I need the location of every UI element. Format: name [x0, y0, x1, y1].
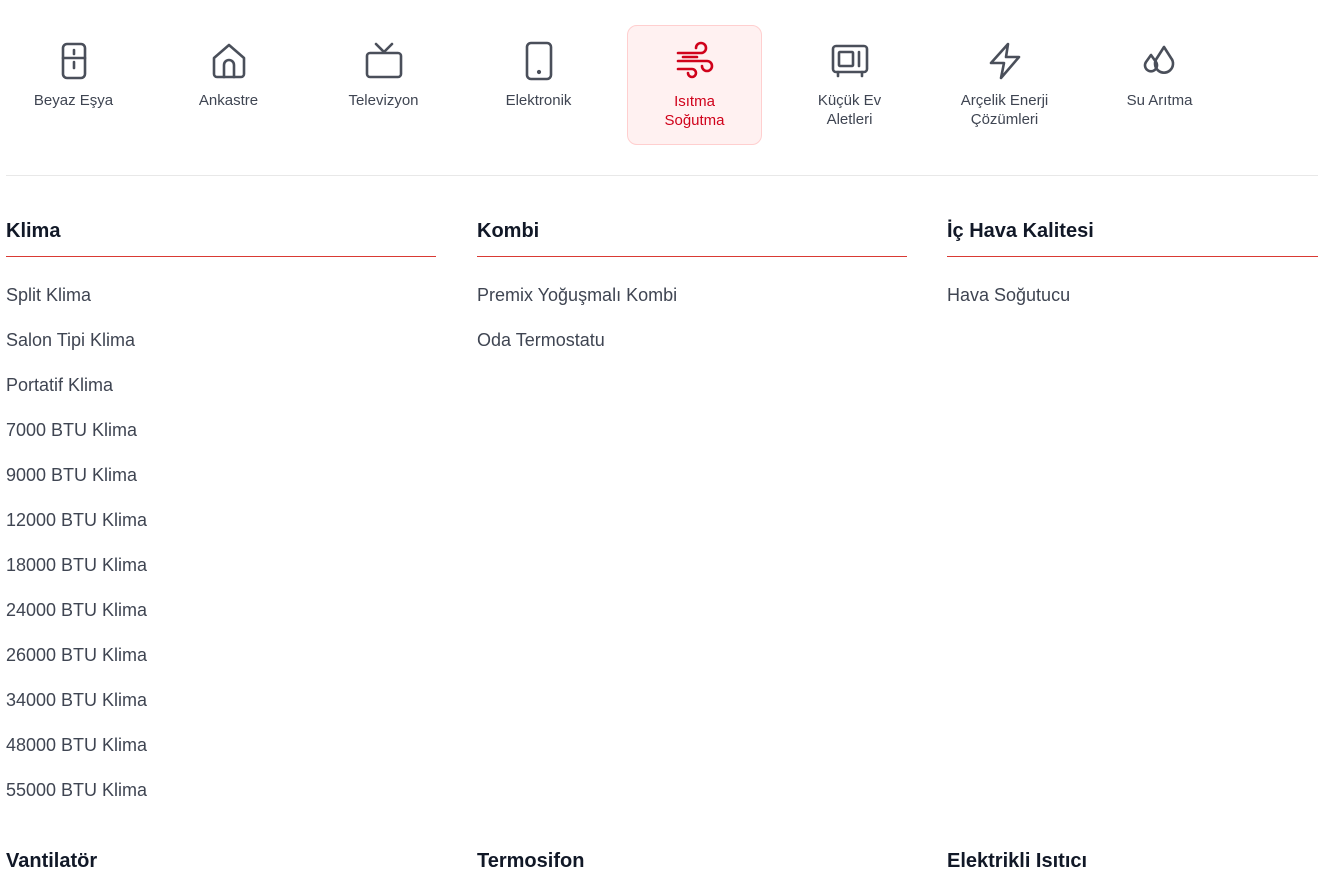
category-su-aritma[interactable]: Su Arıtma [1092, 25, 1227, 145]
menu-link[interactable]: Split Klima [6, 279, 436, 324]
menu-link[interactable]: 48000 BTU Klima [6, 729, 436, 774]
category-beyaz-esya[interactable]: Beyaz Eşya [6, 25, 141, 145]
menu-link[interactable]: 24000 BTU Klima [6, 594, 436, 639]
category-elektronik[interactable]: Elektronik [471, 25, 606, 145]
category-label: Küçük Ev Aletleri [817, 92, 882, 128]
menu-link[interactable]: 26000 BTU Klima [6, 639, 436, 684]
divider [6, 175, 1318, 176]
section-ic-hava-kalitesi: İç Hava Kalitesi Hava Soğutucu [947, 216, 1318, 324]
category-kucuk-ev-aletleri[interactable]: Küçük Ev Aletleri [782, 25, 917, 145]
section-title[interactable]: Vantilatör [6, 846, 436, 876]
category-label: Isıtma Soğutma [664, 93, 725, 129]
section-vantilator: Vantilatör [6, 846, 436, 876]
category-arcelik-enerji[interactable]: Arçelik Enerji Çözümleri [937, 25, 1072, 145]
menu-link[interactable]: 7000 BTU Klima [6, 414, 436, 459]
category-televizyon[interactable]: Televizyon [316, 25, 451, 145]
home-icon [209, 41, 249, 81]
section-elektrikli-isitici: Elektrikli Isıtıcı [947, 846, 1318, 876]
menu-link[interactable]: 34000 BTU Klima [6, 684, 436, 729]
section-kombi: Kombi Premix Yoğuşmalı Kombi Oda Termost… [477, 216, 907, 369]
section-title[interactable]: Klima [6, 216, 436, 257]
category-bar: Beyaz Eşya Ankastre Televizyon Elektroni… [0, 0, 1318, 176]
menu-link[interactable]: 12000 BTU Klima [6, 504, 436, 549]
category-label: Televizyon [348, 92, 419, 109]
droplets-icon [1140, 41, 1180, 81]
phone-icon [519, 41, 559, 81]
menu-link[interactable]: Portatif Klima [6, 369, 436, 414]
category-isitma-sogutma[interactable]: Isıtma Soğutma [627, 25, 762, 145]
menu-link[interactable]: 9000 BTU Klima [6, 459, 436, 504]
fridge-icon [54, 41, 94, 81]
category-label: Beyaz Eşya [33, 92, 114, 109]
microwave-icon [830, 41, 870, 81]
tv-icon [364, 41, 404, 81]
category-label: Elektronik [505, 92, 572, 109]
category-label: Su Arıtma [1126, 92, 1193, 109]
section-termosifon: Termosifon [477, 846, 907, 876]
section-list: Hava Soğutucu [947, 279, 1318, 324]
menu-link[interactable]: Oda Termostatu [477, 324, 907, 369]
wind-icon [675, 41, 715, 81]
menu-link[interactable]: Premix Yoğuşmalı Kombi [477, 279, 907, 324]
menu-link[interactable]: 18000 BTU Klima [6, 549, 436, 594]
section-list: Premix Yoğuşmalı Kombi Oda Termostatu [477, 279, 907, 369]
section-title[interactable]: Elektrikli Isıtıcı [947, 846, 1318, 876]
menu-link[interactable]: Salon Tipi Klima [6, 324, 436, 369]
lightning-icon [985, 41, 1025, 81]
category-label: Ankastre [198, 92, 259, 109]
section-klima: Klima Split Klima Salon Tipi Klima Porta… [6, 216, 436, 819]
category-label: Arçelik Enerji Çözümleri [960, 92, 1049, 128]
menu-link[interactable]: 55000 BTU Klima [6, 774, 436, 819]
menu-link[interactable]: Hava Soğutucu [947, 279, 1318, 324]
section-list: Split Klima Salon Tipi Klima Portatif Kl… [6, 279, 436, 819]
section-title[interactable]: Kombi [477, 216, 907, 257]
category-ankastre[interactable]: Ankastre [161, 25, 296, 145]
section-title[interactable]: İç Hava Kalitesi [947, 216, 1318, 257]
section-title[interactable]: Termosifon [477, 846, 907, 876]
